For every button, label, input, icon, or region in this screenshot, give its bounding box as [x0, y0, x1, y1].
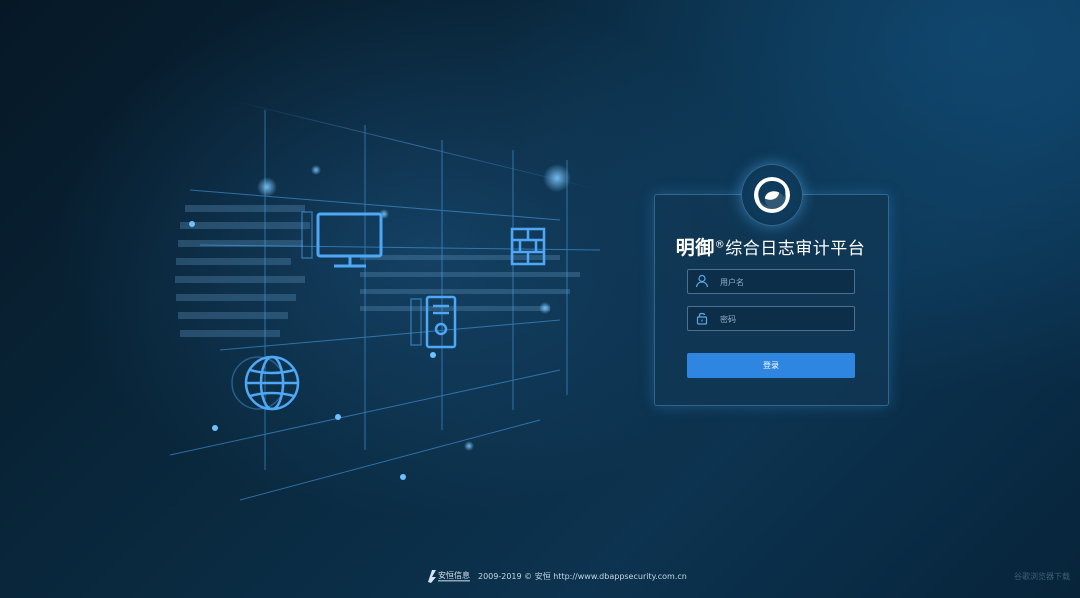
brand-logo	[741, 164, 803, 226]
user-icon	[695, 274, 709, 288]
company-logo-text: 安恒信息	[438, 570, 470, 580]
title-brand: 明御	[675, 237, 715, 259]
lock-icon	[696, 312, 708, 325]
title-product: 综合日志审计平台	[725, 239, 866, 259]
login-button[interactable]: 登录	[687, 353, 855, 378]
footer: 安恒信息 2009-2019 © 安恒 http://www.dbappsecu…	[426, 568, 687, 584]
background-illustration	[169, 99, 601, 501]
copyright-text: 2009-2019 © 安恒 http://www.dbappsecurity.…	[478, 571, 687, 581]
globe-icon	[231, 355, 300, 411]
username-field[interactable]	[687, 269, 855, 294]
chrome-download-link[interactable]: 谷歌浏览器下载	[1014, 571, 1070, 582]
swirl-logo-icon	[754, 177, 790, 213]
data-stripes	[175, 205, 580, 337]
login-title: 明御®综合日志审计平台	[654, 233, 887, 260]
registered-mark: ®	[714, 239, 726, 251]
company-logo: 安恒信息	[428, 570, 470, 583]
password-input[interactable]	[718, 310, 850, 328]
password-field[interactable]	[687, 306, 855, 331]
server-icon	[410, 295, 457, 349]
username-input[interactable]	[718, 273, 850, 291]
